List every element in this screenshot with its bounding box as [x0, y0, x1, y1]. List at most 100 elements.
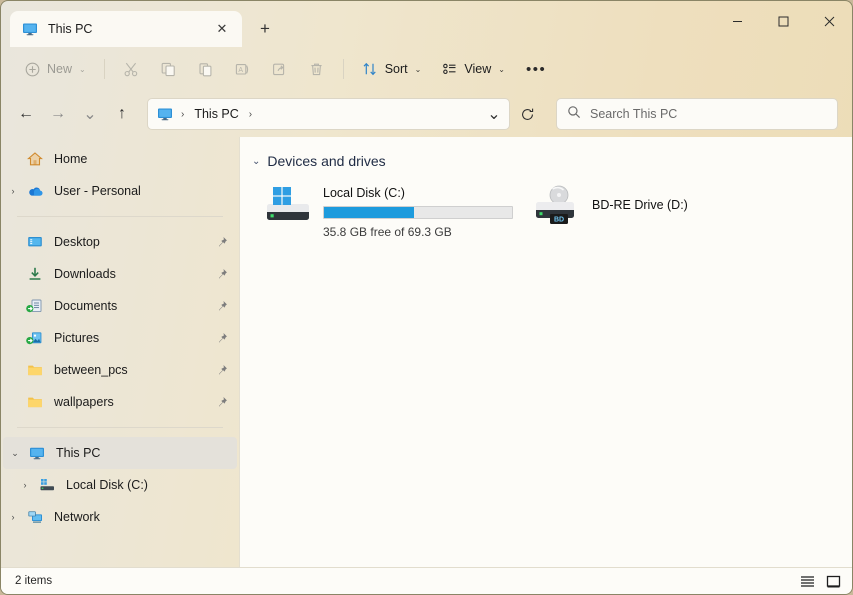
sidebar-label: Desktop [54, 235, 215, 249]
chevron-down-icon: ⌄ [415, 65, 422, 74]
sidebar-item-downloads[interactable]: Downloads [1, 258, 239, 290]
address-bar[interactable]: › This PC › ⌄ [147, 98, 510, 130]
sidebar-item-local-disk-c[interactable]: › Local Disk (C:) [1, 469, 239, 501]
close-button[interactable] [806, 1, 852, 41]
rename-button[interactable]: A [225, 53, 260, 85]
documents-icon [25, 298, 45, 314]
sidebar-label: wallpapers [54, 395, 215, 409]
list-view-toggle[interactable] [796, 571, 818, 591]
details-view-toggle[interactable] [822, 571, 844, 591]
sidebar-item-documents[interactable]: Documents [1, 290, 239, 322]
drive-name: Local Disk (C:) [323, 186, 507, 200]
chevron-down-icon: ⌄ [498, 65, 505, 74]
optical-drive-icon: BD [533, 184, 581, 232]
plus-circle-icon [24, 61, 41, 78]
sidebar-separator [17, 216, 223, 217]
sidebar-separator-2 [17, 427, 223, 428]
search-input[interactable]: Search This PC [590, 107, 677, 121]
forward-button[interactable]: → [43, 99, 73, 129]
sidebar-label: This PC [56, 446, 227, 460]
capacity-bar-fill [324, 207, 414, 218]
sort-label: Sort [385, 62, 408, 76]
sort-button[interactable]: Sort ⌄ [353, 53, 431, 85]
view-toggles [796, 571, 844, 591]
view-button[interactable]: View ⌄ [432, 53, 514, 85]
recent-locations-button[interactable]: ⌄ [75, 99, 105, 129]
navigation-pane: Home › User - Personal [1, 137, 239, 567]
cut-button[interactable] [114, 53, 149, 85]
sidebar-item-user-personal[interactable]: › User - Personal [1, 175, 239, 207]
folder-icon [25, 362, 45, 378]
see-more-button[interactable]: ••• [516, 53, 556, 85]
sidebar-item-network[interactable]: › Network [1, 501, 239, 533]
sidebar-item-between-pcs[interactable]: between_pcs [1, 354, 239, 386]
sort-icon [362, 61, 379, 78]
drive-info: Local Disk (C:) 35.8 GB free of 69.3 GB [323, 184, 507, 239]
expander-chevron-icon[interactable]: ⌄ [3, 448, 27, 459]
close-tab-icon[interactable]: ✕ [210, 17, 234, 41]
sidebar-item-home[interactable]: Home [1, 143, 239, 175]
group-header-devices-and-drives[interactable]: ⌄ Devices and drives [250, 151, 852, 179]
sidebar-label: Local Disk (C:) [66, 478, 229, 492]
desktop-icon [25, 234, 45, 250]
sidebar-item-desktop[interactable]: Desktop [1, 226, 239, 258]
search-box[interactable]: Search This PC [556, 98, 838, 130]
pin-icon[interactable] [215, 396, 229, 408]
sidebar-label: Home [54, 152, 229, 166]
chevron-down-icon[interactable]: ⌄ [481, 101, 507, 127]
this-pc-icon [27, 445, 47, 461]
chevron-down-icon: ⌄ [79, 65, 86, 74]
expander-chevron-icon[interactable]: › [13, 480, 37, 490]
drive-tile-bd-re-d[interactable]: BD BD-RE Drive (D:) [527, 179, 782, 244]
tab-strip: This PC ✕ + [1, 1, 282, 47]
address-bar-actions: ⌄ [481, 101, 507, 127]
sidebar-item-wallpapers[interactable]: wallpapers [1, 386, 239, 418]
sidebar-label: Documents [54, 299, 215, 313]
drive-info: BD-RE Drive (D:) [592, 184, 776, 239]
sidebar-item-pictures[interactable]: Pictures [1, 322, 239, 354]
pin-icon[interactable] [215, 332, 229, 344]
chevron-down-icon[interactable]: ⌄ [252, 156, 260, 167]
maximize-button[interactable] [760, 1, 806, 41]
svg-text:BD: BD [554, 217, 564, 224]
sidebar-label: User - Personal [54, 184, 229, 198]
breadcrumb-item-this-pc[interactable]: This PC [190, 105, 242, 123]
this-pc-icon [157, 106, 173, 122]
drive-name: BD-RE Drive (D:) [592, 186, 776, 212]
pin-icon[interactable] [215, 268, 229, 280]
delete-button[interactable] [299, 53, 334, 85]
sidebar-label: Network [54, 510, 229, 524]
drive-capacity-text: 35.8 GB free of 69.3 GB [323, 225, 507, 239]
drive-tile-local-disk-c[interactable]: Local Disk (C:) 35.8 GB free of 69.3 GB [258, 179, 513, 244]
new-button[interactable]: New ⌄ [15, 53, 95, 85]
up-button[interactable]: ↑ [107, 99, 137, 129]
minimize-button[interactable] [714, 1, 760, 41]
tab-label: This PC [48, 22, 210, 36]
paste-icon [197, 61, 214, 78]
tab-this-pc[interactable]: This PC ✕ [10, 11, 242, 47]
expander-chevron-icon[interactable]: › [1, 186, 25, 196]
refresh-button[interactable] [512, 99, 542, 129]
search-icon [567, 105, 581, 124]
pin-icon[interactable] [215, 300, 229, 312]
new-tab-button[interactable]: + [248, 12, 282, 46]
copy-button[interactable] [151, 53, 186, 85]
share-icon [271, 61, 288, 78]
rename-icon: A [234, 61, 251, 78]
new-button-label: New [47, 62, 72, 76]
paste-button[interactable] [188, 53, 223, 85]
folder-icon [25, 394, 45, 410]
breadcrumb-separator-2[interactable]: › [245, 109, 256, 120]
content-pane: ⌄ Devices and drives [239, 137, 852, 567]
sidebar-item-this-pc[interactable]: ⌄ This PC [3, 437, 237, 469]
expander-chevron-icon[interactable]: › [1, 512, 25, 522]
drive-list: Local Disk (C:) 35.8 GB free of 69.3 GB [250, 179, 852, 244]
pin-icon[interactable] [215, 236, 229, 248]
home-icon [25, 151, 45, 167]
pin-icon[interactable] [215, 364, 229, 376]
item-count-label: 2 items [15, 575, 52, 587]
share-button[interactable] [262, 53, 297, 85]
onedrive-icon [25, 183, 45, 200]
sidebar-label: between_pcs [54, 363, 215, 377]
back-button[interactable]: ← [11, 99, 41, 129]
